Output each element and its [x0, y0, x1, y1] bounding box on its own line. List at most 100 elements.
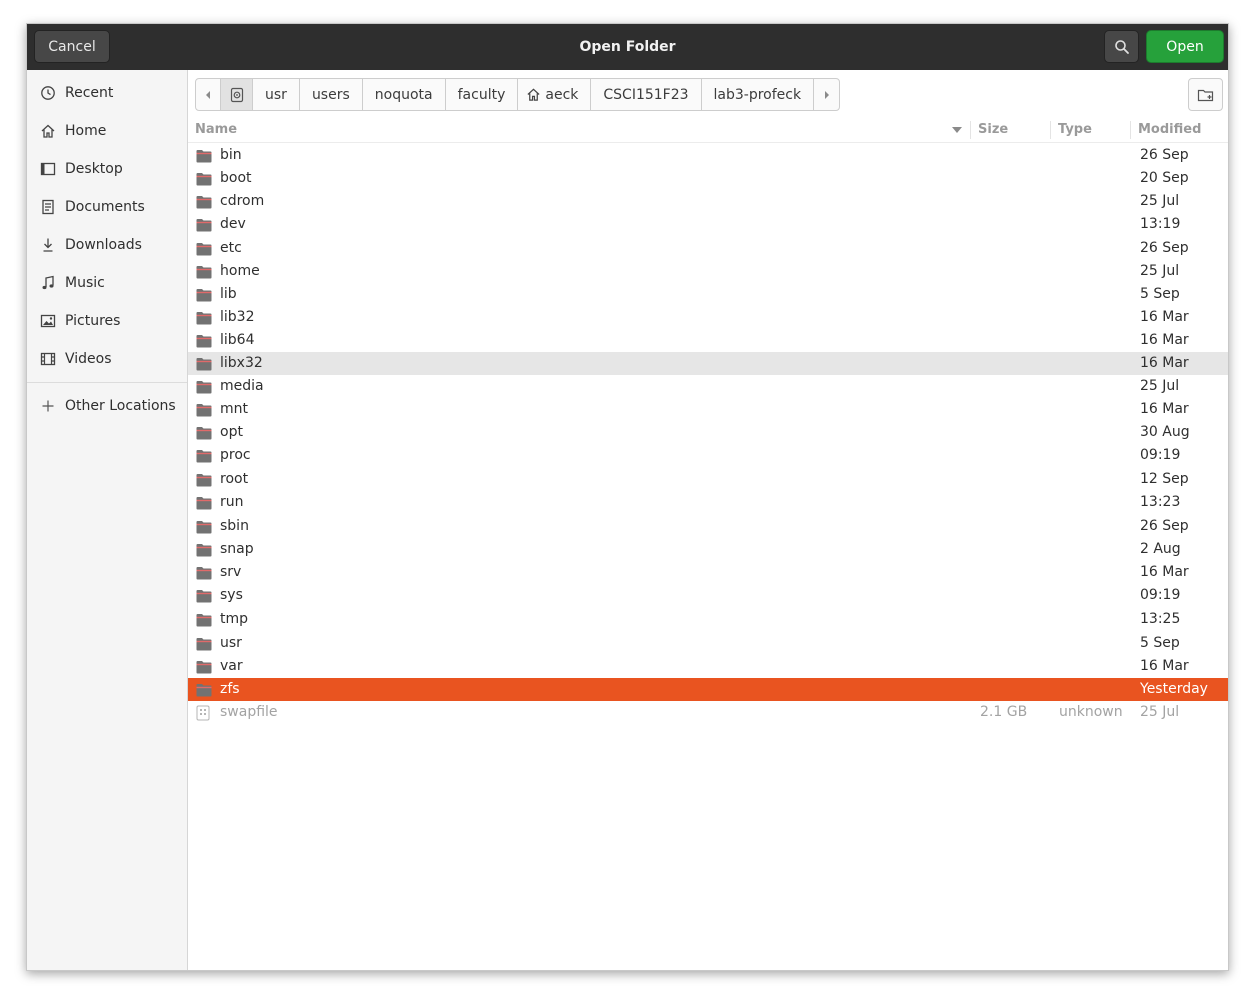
file-modified: Yesterday: [1140, 681, 1208, 697]
column-header-size[interactable]: Size: [978, 118, 1008, 142]
file-name: proc: [220, 447, 251, 463]
chevron-left-icon: [206, 90, 210, 99]
sidebar-item-home[interactable]: Home: [27, 112, 187, 150]
path-crumb-root[interactable]: [221, 79, 253, 110]
desktop-icon: [39, 160, 57, 178]
folder-icon: [196, 379, 212, 394]
new-folder-icon: [1197, 89, 1213, 101]
table-row[interactable]: run 13:23: [188, 491, 1228, 514]
table-row[interactable]: home 25 Jul: [188, 260, 1228, 283]
folder-icon: [196, 217, 212, 232]
sidebar-item-pictures[interactable]: Pictures: [27, 302, 187, 340]
folder-icon: [196, 448, 212, 463]
table-row[interactable]: cdrom 25 Jul: [188, 190, 1228, 213]
file-modified: 2 Aug: [1140, 541, 1181, 557]
path-scroll-right-button[interactable]: [814, 79, 839, 110]
sidebar-item-label: Documents: [65, 199, 145, 215]
table-row[interactable]: dev 13:19: [188, 213, 1228, 236]
file-name: run: [220, 494, 244, 510]
file-modified: 16 Mar: [1140, 401, 1189, 417]
folder-icon: [196, 402, 212, 417]
dialog-title: Open Folder: [579, 39, 676, 55]
file-modified: 09:19: [1140, 587, 1181, 603]
file-name: cdrom: [220, 193, 265, 209]
sidebar-item-label: Music: [65, 275, 105, 291]
table-row[interactable]: lib64 16 Mar: [188, 329, 1228, 352]
file-modified: 16 Mar: [1140, 564, 1189, 580]
file-name: home: [220, 263, 260, 279]
column-header-type[interactable]: Type: [1058, 118, 1092, 142]
column-header-name[interactable]: Name: [195, 118, 237, 142]
file-name: libx32: [220, 355, 263, 371]
column-header-modified[interactable]: Modified: [1138, 118, 1201, 142]
sidebar-separator: [27, 382, 187, 383]
folder-icon: [196, 333, 212, 348]
file-modified: 25 Jul: [1140, 193, 1180, 209]
column-header: Name Size Type Modified: [188, 118, 1228, 143]
path-scroll-left-button[interactable]: [196, 79, 221, 110]
sidebar-item-label: Recent: [65, 85, 114, 101]
table-row[interactable]: sys 09:19: [188, 584, 1228, 607]
folder-icon: [196, 241, 212, 256]
file-list: Name Size Type Modified bin 26 Sep boot 20 …: [188, 118, 1228, 970]
chevron-right-icon: [824, 90, 829, 99]
sidebar-item-music[interactable]: Music: [27, 264, 187, 302]
folder-icon: [196, 171, 212, 186]
table-row[interactable]: var 16 Mar: [188, 655, 1228, 678]
path-crumb-csci151f23[interactable]: CSCI151F23: [591, 79, 702, 110]
table-row[interactable]: media 25 Jul: [188, 375, 1228, 398]
column-separator: [970, 121, 971, 139]
table-row[interactable]: opt 30 Aug: [188, 421, 1228, 444]
file-modified: 26 Sep: [1140, 147, 1189, 163]
file-name: opt: [220, 424, 243, 440]
sidebar-item-other-locations[interactable]: Other Locations: [27, 387, 187, 425]
file-type: unknown: [1059, 704, 1123, 720]
path-crumb-usr[interactable]: usr: [253, 79, 300, 110]
file-modified: 13:19: [1140, 216, 1181, 232]
file-modified: 16 Mar: [1140, 309, 1189, 325]
table-row[interactable]: tmp 13:25: [188, 608, 1228, 631]
table-row[interactable]: root 12 Sep: [188, 468, 1228, 491]
file-name: srv: [220, 564, 242, 580]
cancel-button[interactable]: Cancel: [34, 30, 110, 63]
column-separator: [1050, 121, 1051, 139]
sidebar-item-desktop[interactable]: Desktop: [27, 150, 187, 188]
sidebar-item-recent[interactable]: Recent: [27, 74, 187, 112]
folder-icon: [196, 588, 212, 603]
sidebar-item-documents[interactable]: Documents: [27, 188, 187, 226]
open-button[interactable]: Open: [1146, 30, 1224, 63]
path-crumb-aeck[interactable]: aeck: [518, 79, 592, 110]
file-name: sbin: [220, 518, 249, 534]
path-crumb-lab3-profeck[interactable]: lab3-profeck: [702, 79, 815, 110]
search-button[interactable]: [1104, 30, 1139, 63]
file-size: 2.1 GB: [980, 704, 1028, 720]
table-row[interactable]: srv 16 Mar: [188, 561, 1228, 584]
table-row[interactable]: swapfile 2.1 GB unknown 25 Jul: [188, 701, 1228, 724]
path-crumb-faculty[interactable]: faculty: [446, 79, 519, 110]
table-row[interactable]: boot 20 Sep: [188, 167, 1228, 190]
table-row[interactable]: libx32 16 Mar: [188, 352, 1228, 375]
table-row[interactable]: proc 09:19: [188, 444, 1228, 467]
path-crumb-noquota[interactable]: noquota: [363, 79, 446, 110]
file-name: boot: [220, 170, 252, 186]
plus-icon: [39, 397, 57, 415]
sidebar-item-videos[interactable]: Videos: [27, 340, 187, 378]
file-modified: 25 Jul: [1140, 263, 1180, 279]
sidebar-item-downloads[interactable]: Downloads: [27, 226, 187, 264]
folder-icon: [196, 682, 212, 697]
film-icon: [39, 350, 57, 368]
path-crumb-users[interactable]: users: [300, 79, 363, 110]
table-row[interactable]: lib32 16 Mar: [188, 306, 1228, 329]
table-row[interactable]: snap 2 Aug: [188, 538, 1228, 561]
file-modified: 5 Sep: [1140, 286, 1180, 302]
file-modified: 20 Sep: [1140, 170, 1189, 186]
table-row[interactable]: mnt 16 Mar: [188, 398, 1228, 421]
file-name: dev: [220, 216, 246, 232]
create-folder-button[interactable]: [1188, 78, 1223, 111]
table-row[interactable]: usr 5 Sep: [188, 632, 1228, 655]
table-row[interactable]: bin 26 Sep: [188, 144, 1228, 167]
table-row[interactable]: sbin 26 Sep: [188, 515, 1228, 538]
table-row[interactable]: etc 26 Sep: [188, 237, 1228, 260]
table-row[interactable]: zfs Yesterday: [188, 678, 1228, 701]
table-row[interactable]: lib 5 Sep: [188, 283, 1228, 306]
